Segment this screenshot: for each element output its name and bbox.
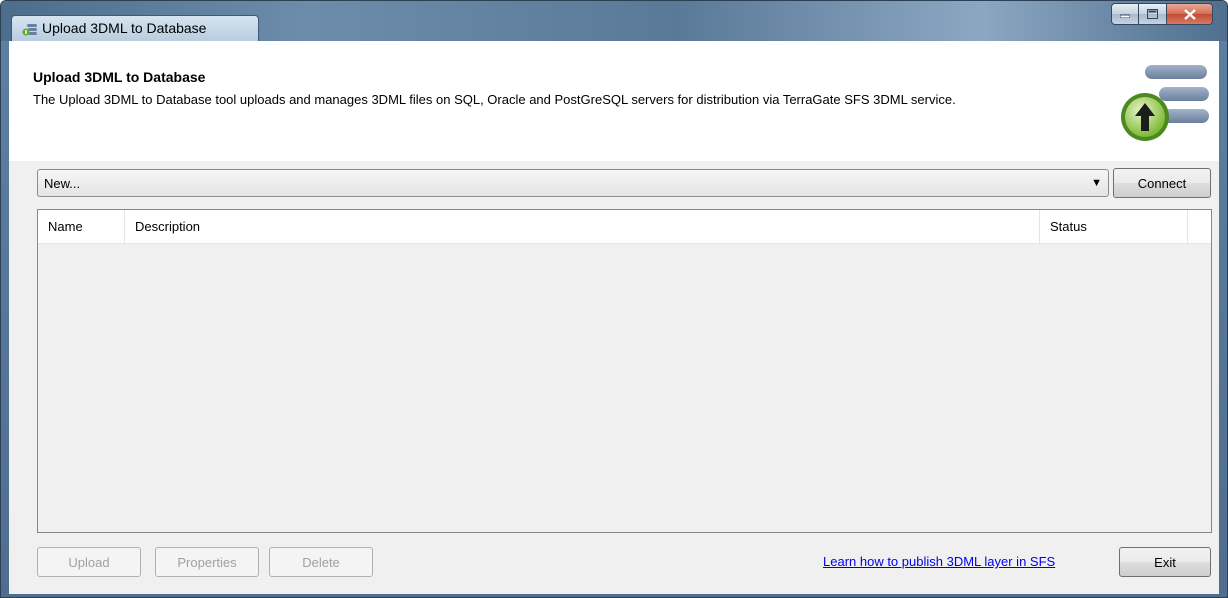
upload-database-icon <box>1121 65 1209 141</box>
close-icon <box>1183 8 1196 20</box>
header-description: The Upload 3DML to Database tool uploads… <box>33 92 956 107</box>
dialog-client-area: Upload 3DML to Database The Upload 3DML … <box>9 41 1219 594</box>
delete-button[interactable]: Delete <box>269 547 373 577</box>
caption-buttons <box>1111 3 1213 25</box>
properties-button[interactable]: Properties <box>155 547 259 577</box>
header-title: Upload 3DML to Database <box>33 69 206 85</box>
maximize-button[interactable] <box>1139 3 1167 25</box>
database-layers-table[interactable]: Name Description Status <box>37 209 1212 533</box>
window-title: Upload 3DML to Database <box>42 20 207 36</box>
chevron-down-icon: ▼ <box>1091 177 1102 189</box>
column-header-name[interactable]: Name <box>38 210 125 243</box>
minimize-icon <box>1120 14 1130 18</box>
title-bar[interactable]: Upload 3DML to Database <box>1 1 1227 41</box>
help-link[interactable]: Learn how to publish 3DML layer in SFS <box>823 554 1055 569</box>
column-header-status[interactable]: Status <box>1040 210 1188 243</box>
upload-button[interactable]: Upload <box>37 547 141 577</box>
connect-button[interactable]: Connect <box>1113 168 1211 198</box>
app-window: Upload 3DML to Database Upload 3DML to D… <box>0 0 1228 598</box>
column-header-description[interactable]: Description <box>125 210 1040 243</box>
app-icon <box>22 24 37 36</box>
title-tab: Upload 3DML to Database <box>11 15 259 41</box>
exit-button[interactable]: Exit <box>1119 547 1211 577</box>
table-header: Name Description Status <box>38 210 1211 244</box>
connection-dropdown[interactable]: New... ▼ <box>37 169 1109 197</box>
close-button[interactable] <box>1167 3 1213 25</box>
connection-selected-value: New... <box>44 176 81 191</box>
maximize-icon <box>1147 9 1158 19</box>
dialog-header: Upload 3DML to Database The Upload 3DML … <box>9 41 1219 161</box>
minimize-button[interactable] <box>1111 3 1139 25</box>
